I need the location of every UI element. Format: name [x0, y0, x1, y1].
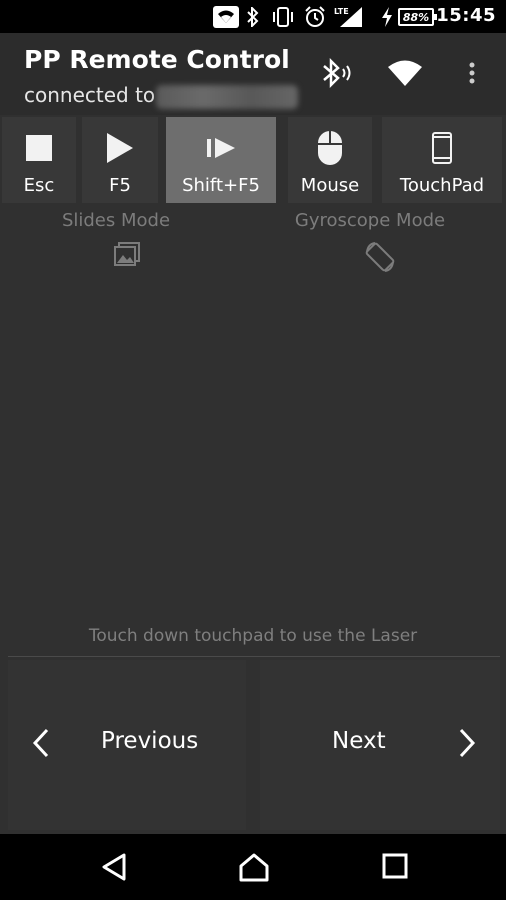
bluetooth-icon — [246, 6, 260, 28]
overflow-menu-button[interactable] — [452, 55, 492, 95]
gyroscope-mode-label: Gyroscope Mode — [294, 210, 446, 231]
mouse-button[interactable]: Mouse — [288, 117, 372, 203]
play-icon — [105, 129, 135, 167]
touchpad-area[interactable] — [0, 275, 506, 620]
mouse-icon — [317, 129, 343, 167]
esc-label: Esc — [23, 175, 55, 196]
f5-label: F5 — [109, 175, 131, 196]
status-time: 15:45 — [436, 5, 496, 26]
app-title: PP Remote Control — [24, 45, 290, 74]
redacted-device-name — [156, 85, 298, 109]
cell-signal-icon: LTE — [334, 6, 364, 28]
alarm-icon — [303, 6, 327, 28]
overflow-menu-icon — [468, 61, 476, 89]
next-label: Next — [332, 728, 386, 754]
status-bar: LTE 88% 15:45 — [0, 0, 506, 33]
shift-f5-label: Shift+F5 — [182, 175, 260, 196]
charging-icon — [380, 6, 394, 28]
back-button[interactable] — [100, 852, 128, 886]
home-button[interactable] — [238, 852, 270, 886]
recents-icon — [382, 853, 408, 879]
back-icon — [102, 853, 126, 881]
mouse-label: Mouse — [300, 175, 360, 196]
slides-mode-label: Slides Mode — [61, 210, 171, 231]
wifi-signal-icon — [212, 6, 240, 28]
vibrate-icon — [270, 6, 296, 28]
shift-f5-button[interactable]: Shift+F5 — [166, 117, 276, 203]
play-from-current-icon — [206, 129, 236, 167]
phone-icon — [432, 129, 452, 167]
laser-hint: Touch down touchpad to use the Laser — [88, 626, 418, 646]
touchpad-button[interactable]: TouchPad — [382, 117, 502, 203]
next-button[interactable]: Next — [260, 660, 500, 830]
bluetooth-connection-button[interactable] — [316, 55, 356, 95]
battery-icon: 88% — [398, 8, 437, 26]
stop-icon — [25, 129, 53, 167]
app-bar: PP Remote Control connected to — [0, 33, 506, 115]
esc-button[interactable]: Esc — [2, 117, 76, 203]
screen-rotation-icon[interactable] — [363, 240, 397, 278]
f5-button[interactable]: F5 — [82, 117, 158, 203]
chevron-right-icon — [458, 728, 476, 762]
battery-level: 88% — [402, 10, 430, 24]
wifi-icon — [386, 58, 424, 92]
divider — [8, 656, 500, 657]
touchpad-label: TouchPad — [399, 175, 485, 196]
mode-toolbar: Esc F5 Shift+F5 Mouse TouchPad — [0, 117, 506, 203]
chevron-left-icon — [32, 728, 50, 762]
bluetooth-connection-icon — [318, 56, 354, 94]
home-icon — [239, 853, 269, 882]
slides-mode-icon[interactable] — [113, 240, 141, 272]
previous-label: Previous — [101, 728, 199, 754]
previous-button[interactable]: Previous — [8, 660, 246, 830]
system-navigation-bar — [0, 834, 506, 900]
connection-status: connected to — [24, 83, 156, 107]
svg-text:LTE: LTE — [334, 7, 349, 16]
wifi-button[interactable] — [385, 55, 425, 95]
recents-button[interactable] — [381, 852, 409, 884]
